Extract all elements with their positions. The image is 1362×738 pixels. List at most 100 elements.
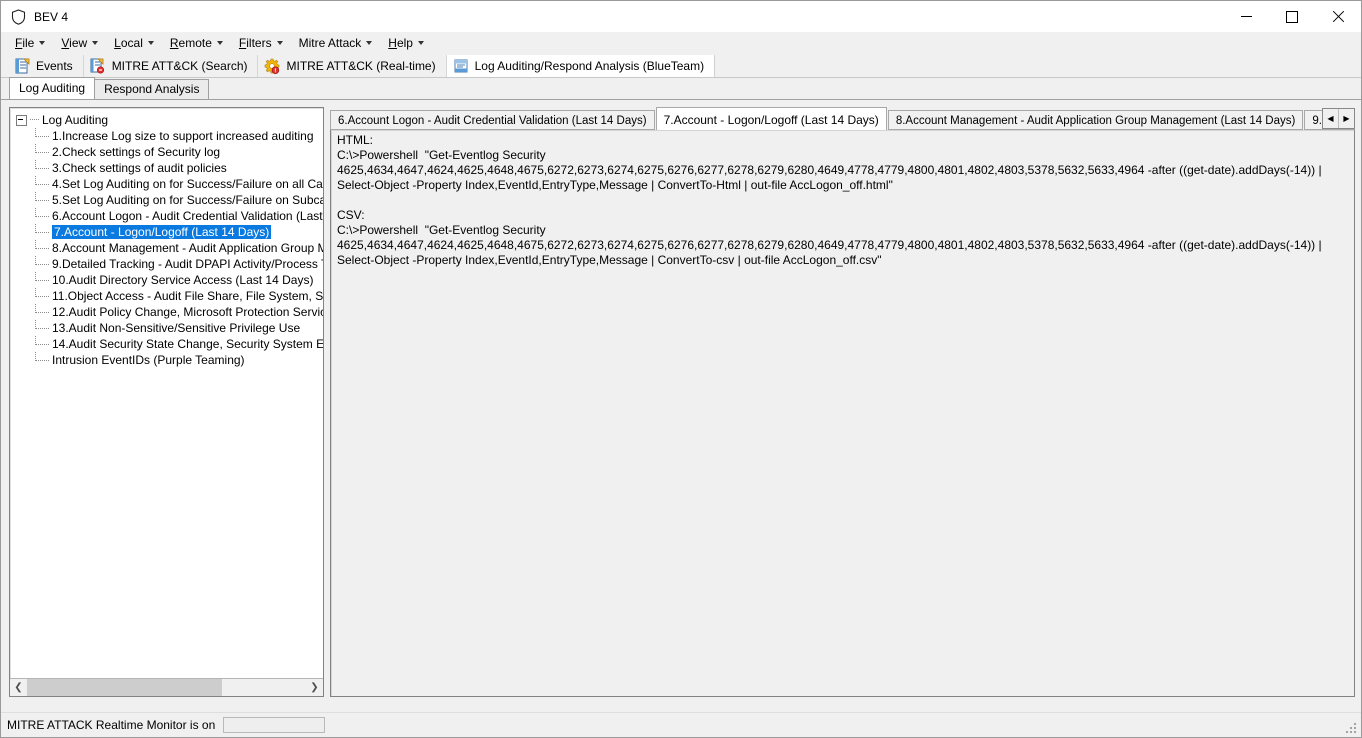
tree-root-node[interactable]: Log Auditing	[16, 112, 323, 128]
sub-tab-log-auditing[interactable]: Log Auditing	[9, 77, 96, 99]
shield-icon	[11, 8, 26, 25]
scroll-left-arrow-icon[interactable]: ❮	[10, 679, 27, 696]
audit-tree: Log Auditing 1.Increase Log size to supp…	[10, 108, 323, 678]
tree-connector	[35, 192, 49, 201]
menu-label-local: Local	[114, 36, 143, 50]
mitre-realtime-gear-icon	[264, 58, 280, 74]
content-tab-8[interactable]: 8.Account Management - Audit Application…	[887, 110, 1304, 130]
tree-item-12[interactable]: 12.Audit Policy Change, Microsoft Protec…	[16, 304, 323, 320]
tree-item-9[interactable]: 9.Detailed Tracking - Audit DPAPI Activi…	[16, 256, 323, 272]
status-bar: MITRE ATTACK Realtime Monitor is on	[1, 712, 1361, 737]
toolbar-tab-label-mitre-realtime: MITRE ATT&CK (Real-time)	[286, 59, 436, 73]
tree-item-label: 4.Set Log Auditing on for Success/Failur…	[52, 177, 323, 191]
tree-item-label: 1.Increase Log size to support increased…	[52, 129, 314, 143]
sub-tab-respond-analysis[interactable]: Respond Analysis	[94, 79, 210, 99]
tree-item-6[interactable]: 6.Account Logon - Audit Credential Valid…	[16, 208, 323, 224]
title-bar: BEV 4	[1, 1, 1361, 32]
tree-item-14[interactable]: 14.Audit Security State Change, Security…	[16, 336, 323, 352]
tree-item-label: 14.Audit Security State Change, Security…	[52, 337, 323, 351]
toolbar-tab-bar: Events MITRE ATT&CK (Search) MITRE ATT&C…	[1, 55, 1361, 78]
toolbar-tab-label-events: Events	[36, 59, 73, 73]
maximize-icon	[1286, 10, 1298, 23]
chevron-down-icon	[276, 41, 283, 45]
tree-item-5[interactable]: 5.Set Log Auditing on for Success/Failur…	[16, 192, 323, 208]
content-panel: 6.Account Logon - Audit Credential Valid…	[330, 107, 1355, 697]
tree-connector	[35, 176, 49, 185]
tree-item-label: 13.Audit Non-Sensitive/Sensitive Privile…	[52, 321, 301, 335]
menu-item-filters[interactable]: Filters	[231, 33, 291, 53]
menu-item-local[interactable]: Local	[106, 33, 162, 53]
tree-connector	[35, 256, 49, 265]
resize-grip-icon[interactable]	[1346, 723, 1358, 735]
tree-item-7[interactable]: 7.Account - Logon/Logoff (Last 14 Days)	[16, 224, 323, 240]
log-auditing-document-icon	[453, 58, 469, 74]
chevron-down-icon	[216, 41, 223, 45]
scrollbar-thumb[interactable]	[27, 679, 222, 696]
tree-connector	[35, 224, 49, 233]
tree-item-1[interactable]: 1.Increase Log size to support increased…	[16, 128, 323, 144]
menu-item-view[interactable]: View	[53, 33, 106, 53]
content-tab-7[interactable]: 7.Account - Logon/Logoff (Last 14 Days)	[655, 107, 887, 130]
tab-scroll-next-icon[interactable]: ▶	[1339, 109, 1354, 128]
tree-connector	[35, 128, 49, 137]
menu-label-remote: Remote	[169, 36, 212, 50]
menu-item-file[interactable]: File	[7, 33, 53, 53]
close-icon	[1332, 11, 1344, 23]
close-button[interactable]	[1315, 1, 1361, 32]
tree-item-label: 8.Account Management - Audit Application…	[52, 241, 323, 255]
menu-item-mitre-attack[interactable]: Mitre Attack	[291, 33, 381, 53]
tree-item-label: Intrusion EventIDs (Purple Teaming)	[52, 353, 245, 367]
toolbar-tab-events[interactable]: Events	[8, 55, 84, 77]
tree-root-label: Log Auditing	[42, 113, 109, 127]
tree-connector	[35, 336, 49, 345]
tree-item-label: 11.Object Access - Audit File Share, Fil…	[52, 289, 323, 303]
toolbar-tab-mitre-search[interactable]: MITRE ATT&CK (Search)	[83, 55, 259, 77]
tree-connector	[35, 304, 49, 313]
menu-label-file: File	[15, 36, 35, 50]
chevron-down-icon	[417, 41, 424, 45]
tree-item-8[interactable]: 8.Account Management - Audit Application…	[16, 240, 323, 256]
minimize-icon	[1240, 16, 1252, 17]
scrollbar-track[interactable]	[27, 679, 306, 696]
tree-connector	[35, 272, 49, 281]
tree-item-label: 9.Detailed Tracking - Audit DPAPI Activi…	[52, 257, 323, 271]
tree-item-label: 12.Audit Policy Change, Microsoft Protec…	[52, 305, 323, 319]
toolbar-tab-mitre-realtime[interactable]: MITRE ATT&CK (Real-time)	[258, 55, 447, 77]
scroll-right-arrow-icon[interactable]: ❯	[306, 679, 323, 696]
tree-connector	[35, 144, 49, 153]
toolbar-tab-label-mitre-search: MITRE ATT&CK (Search)	[111, 59, 248, 73]
tree-item-label: 3.Check settings of audit policies	[52, 161, 227, 175]
tree-item-2[interactable]: 2.Check settings of Security log	[16, 144, 323, 160]
menu-item-help[interactable]: Help	[380, 33, 432, 53]
toolbar-tab-log-auditing[interactable]: Log Auditing/Respond Analysis (BlueTeam)	[446, 55, 716, 77]
tree-connector	[35, 288, 49, 297]
status-progress-field	[223, 717, 326, 733]
menu-label-filters: Filters	[238, 36, 272, 50]
chevron-down-icon	[147, 41, 154, 45]
tree-connector	[35, 160, 49, 169]
tree-item-4[interactable]: 4.Set Log Auditing on for Success/Failur…	[16, 176, 323, 192]
tree-horizontal-scrollbar[interactable]: ❮ ❯	[10, 678, 323, 696]
tree-item-label: 10.Audit Directory Service Access (Last …	[52, 273, 314, 287]
tree-item-11[interactable]: 11.Object Access - Audit File Share, Fil…	[16, 288, 323, 304]
tree-item-label: 6.Account Logon - Audit Credential Valid…	[52, 209, 323, 223]
audit-tree-panel: Log Auditing 1.Increase Log size to supp…	[9, 107, 324, 697]
content-tab-6[interactable]: 6.Account Logon - Audit Credential Valid…	[330, 110, 655, 130]
powershell-command-textarea[interactable]: HTML: C:\>Powershell "Get-Eventlog Secur…	[330, 129, 1355, 697]
main-body: Log Auditing 1.Increase Log size to supp…	[1, 99, 1361, 712]
collapse-expander-icon[interactable]	[16, 114, 27, 126]
tree-item-intrusion-eventids[interactable]: Intrusion EventIDs (Purple Teaming)	[16, 352, 323, 368]
toolbar-tab-label-log-auditing: Log Auditing/Respond Analysis (BlueTeam)	[474, 59, 705, 73]
maximize-button[interactable]	[1269, 1, 1315, 32]
menu-label-mitre-attack: Mitre Attack	[298, 36, 362, 50]
tab-scroll-prev-icon[interactable]: ◀	[1323, 109, 1339, 128]
menu-item-remote[interactable]: Remote	[162, 33, 231, 53]
tree-item-10[interactable]: 10.Audit Directory Service Access (Last …	[16, 272, 323, 288]
minimize-button[interactable]	[1223, 1, 1269, 32]
tree-connector	[35, 352, 49, 361]
app-window: BEV 4 File View Local Remote Filters Mit…	[0, 0, 1362, 738]
tree-item-3[interactable]: 3.Check settings of audit policies	[16, 160, 323, 176]
tree-item-13[interactable]: 13.Audit Non-Sensitive/Sensitive Privile…	[16, 320, 323, 336]
chevron-down-icon	[366, 41, 373, 45]
chevron-down-icon	[39, 41, 46, 45]
